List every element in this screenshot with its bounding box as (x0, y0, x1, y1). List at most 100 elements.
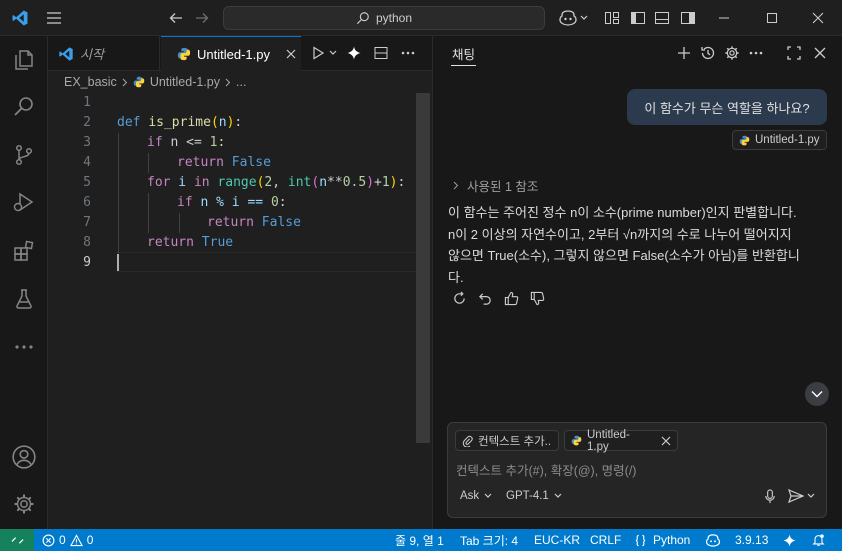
problems-indicator[interactable]: 0 0 (42, 529, 93, 551)
thumbs-up-icon[interactable] (502, 289, 520, 307)
testing-icon[interactable] (0, 276, 48, 322)
code-text: n % i == (192, 195, 271, 210)
breadcrumb-folder[interactable]: EX_basic (64, 75, 117, 89)
variable: i (170, 175, 194, 190)
run-debug-icon[interactable] (0, 179, 48, 225)
command-center-search[interactable]: python (223, 6, 545, 30)
python-icon (177, 47, 191, 61)
chevron-down-icon[interactable] (578, 8, 590, 28)
code-line-8: return True (147, 233, 233, 253)
indent-guide (148, 193, 149, 233)
tab-untitled-1[interactable]: Untitled-1.py (161, 36, 301, 71)
close-tab-icon[interactable] (286, 49, 296, 59)
maximize-panel-icon[interactable] (785, 44, 803, 62)
search-text: python (375, 11, 413, 25)
microphone-icon[interactable] (762, 487, 778, 505)
breadcrumb-more[interactable]: ... (236, 75, 246, 89)
colon: : (278, 195, 287, 210)
mode-picker[interactable]: Ask (460, 487, 492, 505)
code-editor[interactable]: 1 2 3 4 5 6 7 8 9 def is_prime(n): if n … (48, 93, 432, 529)
more-icon[interactable] (747, 44, 765, 62)
sparkle-icon[interactable] (346, 45, 362, 61)
breadcrumb: EX_basic Untitled-1.py ... (48, 71, 432, 93)
remote-indicator[interactable] (0, 529, 34, 551)
run-icon[interactable] (310, 45, 326, 61)
warning-count: 0 (86, 533, 94, 547)
menu-icon[interactable] (44, 8, 64, 28)
python-version[interactable]: 3.9.13 (735, 529, 768, 551)
search-icon[interactable] (0, 83, 48, 129)
notifications-icon[interactable] (812, 529, 825, 551)
keyword: if (147, 135, 163, 150)
chat-tab[interactable]: 채팅 (451, 44, 477, 66)
editor-scrollbar[interactable] (416, 93, 430, 443)
indent-guide (118, 133, 119, 253)
python-icon (133, 76, 145, 88)
close-panel-icon[interactable] (811, 44, 829, 62)
close-icon[interactable] (808, 8, 828, 28)
maximize-icon[interactable] (762, 8, 782, 28)
parameter: n (218, 115, 227, 130)
add-context-chip[interactable]: 컨텍스트 추가... (455, 430, 559, 451)
account-icon[interactable] (0, 434, 48, 480)
more-icon[interactable] (0, 324, 48, 370)
references-toggle[interactable]: 사용된 1 참조 (453, 176, 538, 194)
paren: ( (210, 115, 219, 130)
operator: + (374, 175, 382, 190)
constant: False (231, 155, 271, 170)
split-editor-icon[interactable] (373, 45, 389, 61)
more-actions-icon[interactable] (400, 45, 416, 61)
keyword: return (207, 215, 254, 230)
keyword: for (147, 175, 171, 190)
settings-icon[interactable] (723, 44, 741, 62)
model-picker[interactable]: GPT-4.1 (506, 487, 562, 505)
mode-label: Ask (460, 490, 480, 502)
forward-icon[interactable] (192, 8, 212, 28)
file-context-chip[interactable]: Untitled-1.py (564, 429, 678, 453)
number: 1 (381, 175, 390, 190)
breadcrumb-file[interactable]: Untitled-1.py (150, 75, 220, 89)
source-control-icon[interactable] (0, 132, 48, 178)
toggle-sidebar-icon[interactable] (628, 8, 648, 28)
send-icon[interactable] (786, 487, 806, 505)
sparkle-icon[interactable] (783, 529, 796, 551)
settings-icon[interactable] (0, 481, 48, 527)
toggle-secondary-sidebar-icon[interactable] (678, 8, 698, 28)
undo-icon[interactable] (476, 289, 494, 307)
chevron-down-icon[interactable] (806, 487, 816, 505)
toggle-panel-icon[interactable] (652, 8, 672, 28)
copilot-icon[interactable] (556, 8, 580, 28)
code-line-5: for i in range(2, int(n**0.5)+1): (147, 173, 405, 193)
extensions-icon[interactable] (0, 228, 48, 274)
remove-context-icon[interactable] (661, 436, 671, 446)
chevron-down-icon (554, 493, 562, 499)
language-mode[interactable]: Python (634, 529, 690, 551)
activity-bar (0, 36, 48, 529)
layout-icon[interactable] (602, 8, 622, 28)
history-icon[interactable] (699, 44, 717, 62)
copilot-status-icon[interactable] (705, 529, 721, 551)
back-icon[interactable] (166, 8, 186, 28)
python-icon (739, 135, 750, 146)
language-label: Python (653, 533, 691, 547)
chat-input-field[interactable]: 컨텍스트 추가(#), 확장(@), 명령(/) (456, 460, 636, 479)
line-number: 7 (83, 215, 91, 230)
attached-file-chip[interactable]: Untitled-1.py (732, 130, 827, 150)
scroll-down-button[interactable] (805, 382, 829, 406)
encoding[interactable]: EUC-KR (534, 529, 580, 551)
thumbs-down-icon[interactable] (528, 289, 546, 307)
minimize-icon[interactable] (714, 8, 734, 28)
tab-welcome[interactable]: 시작 (48, 36, 160, 71)
retry-icon[interactable] (450, 289, 468, 307)
constant: True (201, 235, 234, 250)
python-icon (571, 435, 582, 446)
explorer-icon[interactable] (0, 37, 48, 83)
code-line-2: def is_prime(n): (117, 113, 242, 133)
new-chat-icon[interactable] (675, 44, 693, 62)
indentation[interactable]: Tab 크기: 4 (460, 529, 518, 551)
warning-icon (69, 533, 83, 547)
chevron-down-icon[interactable] (328, 45, 338, 61)
line-endings[interactable]: CRLF (590, 529, 621, 551)
colon: : (217, 135, 226, 150)
cursor-position[interactable]: 줄 9, 열 1 (395, 529, 444, 551)
